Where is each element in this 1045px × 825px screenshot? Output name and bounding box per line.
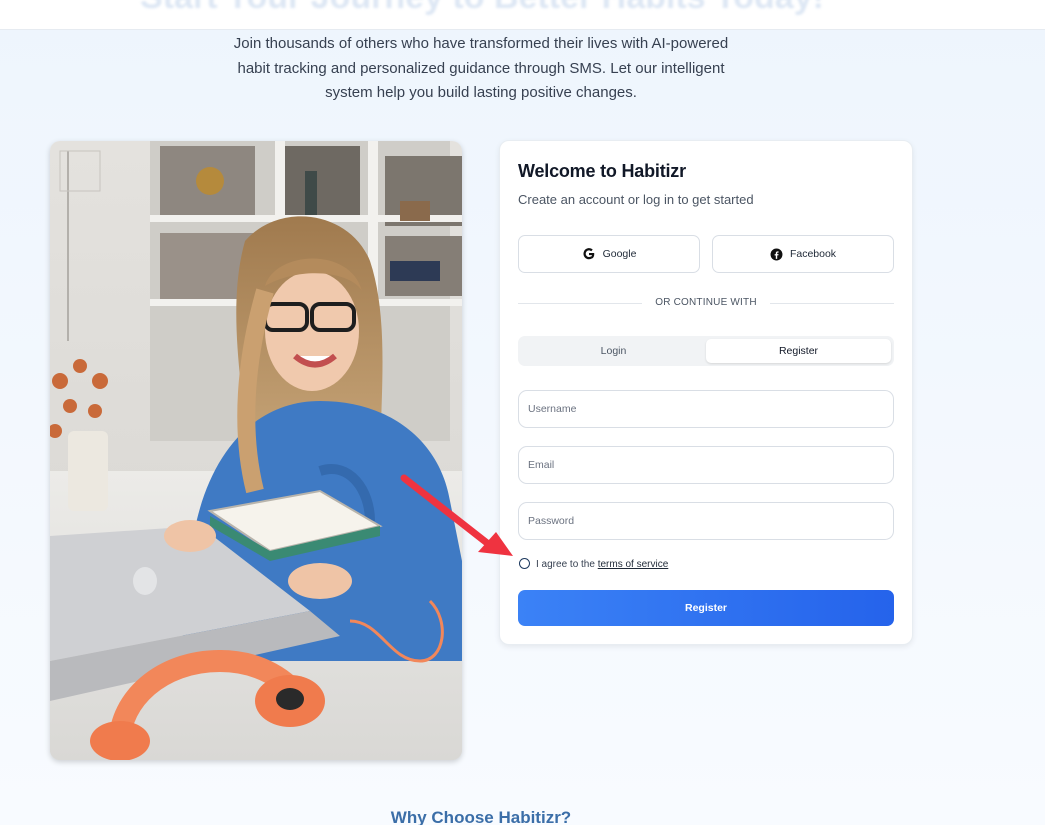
card-title: Welcome to Habitizr: [518, 161, 686, 181]
annotation-arrow: [400, 474, 513, 556]
terms-link[interactable]: terms of service: [598, 559, 669, 570]
terms-prefix: I agree to the: [536, 559, 595, 570]
auth-tabs: Login Register: [518, 336, 894, 366]
facebook-button[interactable]: Facebook: [712, 235, 894, 273]
facebook-icon: [770, 248, 783, 260]
hero-title: Start Your Journey to Better Habits Toda…: [0, 0, 964, 17]
google-icon: [583, 248, 594, 260]
register-button[interactable]: Register: [518, 590, 894, 626]
username-input[interactable]: [518, 390, 894, 428]
card-subtitle: Create an account or log in to get start…: [518, 192, 754, 207]
google-label: Google: [602, 248, 637, 260]
terms-label: I agree to the terms of service: [536, 559, 668, 570]
hero-intro: Join thousands of others who have transf…: [233, 35, 729, 101]
facebook-label: Facebook: [789, 248, 837, 260]
tab-login[interactable]: Login: [521, 339, 706, 363]
google-button[interactable]: Google: [518, 235, 700, 273]
tab-register[interactable]: Register: [706, 339, 891, 363]
section-heading-why: Why Choose Habitizr?: [390, 808, 572, 825]
email-input[interactable]: [518, 446, 894, 484]
divider-text: OR CONTINUE WITH: [655, 297, 757, 308]
divider-left: [518, 303, 642, 304]
password-input[interactable]: [518, 502, 894, 540]
divider-right: [770, 303, 894, 304]
auth-card: Welcome to Habitizr Create an account or…: [499, 140, 913, 645]
hero-photo: [50, 141, 462, 760]
top-bar: Start Your Journey to Better Habits Toda…: [0, 0, 1045, 30]
terms-checkbox[interactable]: [519, 558, 530, 569]
